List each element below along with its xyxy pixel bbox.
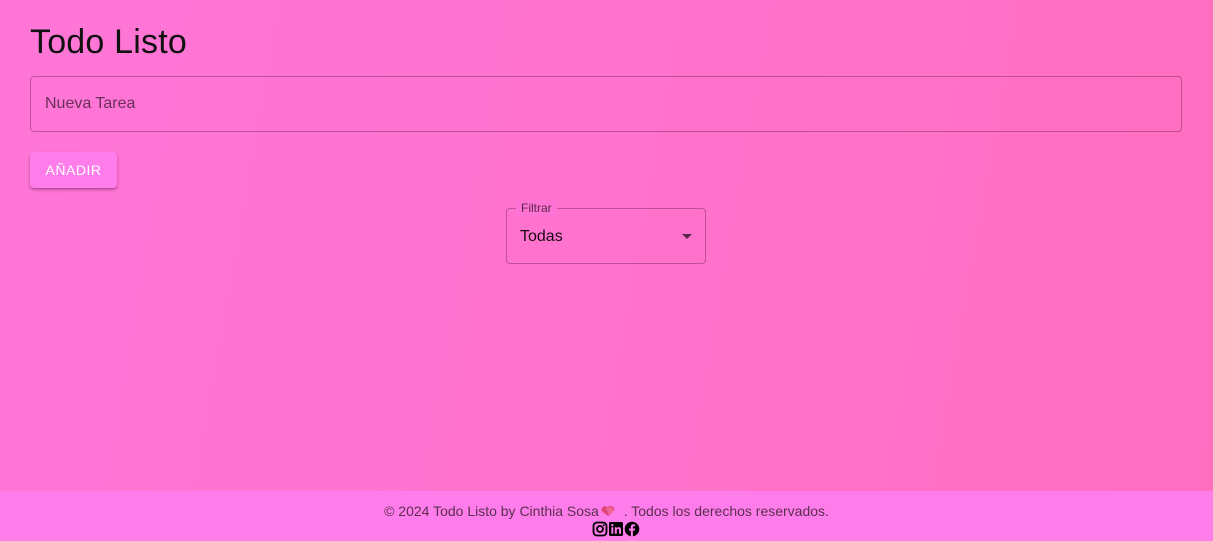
social-links: [592, 521, 640, 537]
filter-label: Filtrar: [516, 201, 557, 215]
footer-text-end: . Todos los derechos reservados.: [623, 503, 829, 519]
footer-copyright: © 2024 Todo Listo by Cinthia Sosa . Todo…: [0, 503, 1213, 519]
add-task-button[interactable]: AÑADIR: [30, 152, 117, 188]
facebook-link[interactable]: [624, 521, 640, 537]
page-title: Todo Listo: [30, 23, 187, 61]
linkedin-icon: [609, 522, 623, 536]
filter-select[interactable]: Filtrar Todas: [506, 201, 706, 264]
instagram-icon: [592, 521, 608, 537]
chevron-down-icon: [682, 234, 692, 239]
facebook-icon: [624, 521, 640, 537]
filter-selected-value: Todas: [520, 228, 563, 245]
footer: © 2024 Todo Listo by Cinthia Sosa . Todo…: [0, 491, 1213, 541]
footer-text-start: © 2024 Todo Listo by Cinthia Sosa: [384, 503, 599, 519]
task-input[interactable]: [31, 77, 1181, 131]
task-input-container[interactable]: [30, 76, 1182, 132]
linkedin-link[interactable]: [608, 521, 624, 537]
heart-icon: [601, 506, 615, 516]
instagram-link[interactable]: [592, 521, 608, 537]
